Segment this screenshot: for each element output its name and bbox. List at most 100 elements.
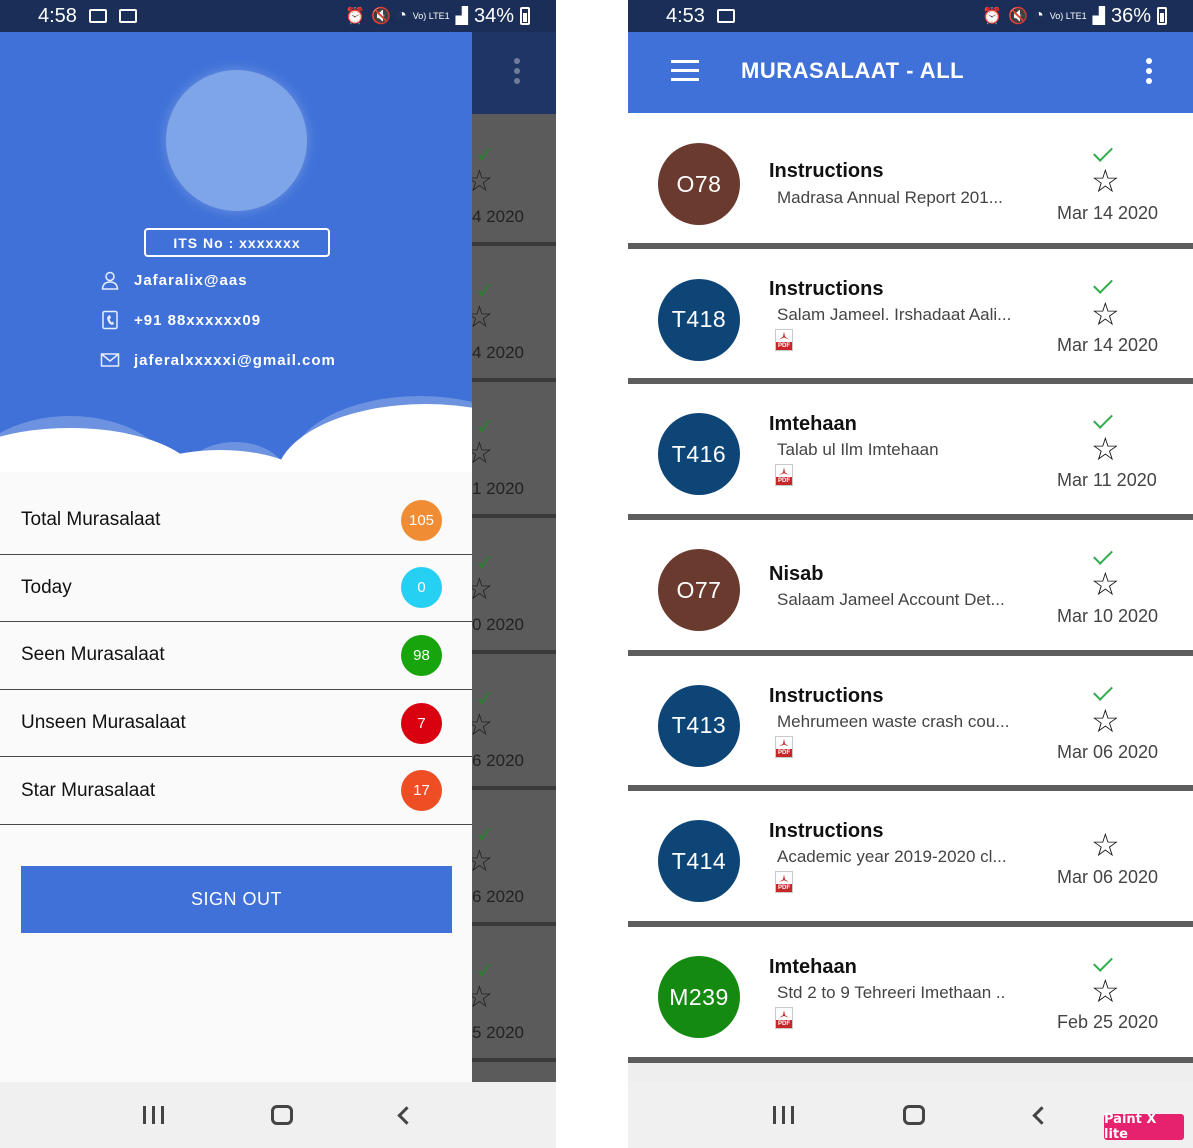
- star-icon[interactable]: ☆: [1091, 568, 1120, 600]
- alarm-icon: ⏰: [982, 8, 1003, 25]
- navigation-drawer: ITS No : xxxxxxx Jafaralix@aas +91 88xxx…: [0, 32, 472, 1082]
- signal-icon: ▟: [455, 8, 468, 25]
- gallery-icon: [88, 9, 107, 23]
- list-item[interactable]: O78 Instructions Madrasa Annual Report 2…: [628, 113, 1193, 249]
- mute-icon: 🔇: [371, 8, 392, 25]
- star-icon[interactable]: ☆: [1091, 705, 1120, 737]
- list-item[interactable]: T416 Imtehaan Talab ul Ilm Imtehaan PDF …: [628, 384, 1193, 521]
- item-preview: Salaam Jameel Account Det...: [777, 590, 1005, 610]
- back-icon[interactable]: [1032, 1105, 1051, 1125]
- cloud-decoration: [276, 404, 472, 472]
- email: jaferalxxxxxi@gmail.com: [134, 351, 336, 369]
- menu-item-label: Total Murasalaat: [21, 509, 161, 531]
- pdf-icon[interactable]: PDF: [775, 464, 793, 487]
- battery-percent: 34%: [473, 4, 514, 27]
- murasalaat-list: O78 Instructions Madrasa Annual Report 2…: [628, 113, 1193, 1063]
- user-icon: [101, 271, 119, 290]
- cast-icon: [716, 9, 735, 23]
- battery-icon: [1157, 7, 1167, 25]
- item-preview: Madrasa Annual Report 201...: [777, 188, 1003, 207]
- item-subject: Imtehaan: [769, 956, 857, 979]
- count-badge: 98: [401, 634, 442, 676]
- sender-code-avatar: M239: [658, 956, 740, 1039]
- item-preview: Std 2 to 9 Tehreeri Imethaan ..: [777, 983, 1006, 1003]
- username: Jafaralix@aas: [134, 271, 248, 289]
- item-date: Mar 14 2020: [1057, 334, 1159, 355]
- menu-item-label: Today: [21, 576, 72, 598]
- item-date: Mar 06 2020: [1057, 741, 1159, 762]
- background-date: 5 2020: [472, 1023, 524, 1042]
- home-icon[interactable]: [903, 1105, 926, 1125]
- menu-item-starred[interactable]: Star Murasalaat 17: [0, 757, 472, 825]
- star-icon[interactable]: ☆: [1091, 433, 1120, 465]
- system-nav-bar: [0, 1082, 556, 1148]
- drawer-menu: Total Murasalaat 105 Today 0 Seen Murasa…: [0, 487, 472, 825]
- sign-out-button[interactable]: SIGN OUT: [21, 866, 452, 933]
- star-icon[interactable]: ☆: [1091, 975, 1120, 1007]
- status-time: 4:58: [38, 4, 77, 27]
- list-item[interactable]: T413 Instructions Mehrumeen waste crash …: [628, 655, 1193, 792]
- item-subject: Instructions: [769, 160, 884, 182]
- email-row: jaferalxxxxxi@gmail.com: [100, 350, 336, 370]
- drawer-screen: 4:58 ⏰ 🔇 ◔ Vo) LTE1 ▟ 34% ✓ ☆ 4 2020 ✓ ☆…: [0, 0, 556, 1148]
- background-date: 0 2020: [472, 615, 524, 634]
- alarm-icon: ⏰: [345, 8, 366, 25]
- list-item[interactable]: M239 Imtehaan Std 2 to 9 Tehreeri Imetha…: [628, 927, 1193, 1063]
- item-subject: Instructions: [769, 820, 884, 843]
- menu-item-today[interactable]: Today 0: [0, 554, 472, 623]
- status-bar: 4:53 ⏰ 🔇 ◔ Vo) LTE1 ▟ 36%: [628, 0, 1193, 32]
- seen-check-icon: [1090, 686, 1114, 698]
- menu-icon[interactable]: [671, 60, 699, 87]
- network-label: Vo) LTE1: [412, 10, 450, 21]
- list-item[interactable]: T418 Instructions Salam Jameel. Irshadaa…: [628, 248, 1193, 385]
- battery-percent: 36%: [1110, 4, 1151, 27]
- drawer-header: ITS No : xxxxxxx Jafaralix@aas +91 88xxx…: [0, 32, 472, 472]
- item-preview: Academic year 2019-2020 cl...: [777, 847, 1007, 867]
- mute-icon: 🔇: [1008, 8, 1029, 25]
- back-icon[interactable]: [396, 1105, 416, 1125]
- count-badge: 0: [401, 567, 442, 609]
- count-badge: 17: [401, 770, 442, 812]
- star-icon[interactable]: ☆: [1091, 829, 1120, 861]
- app-bar: MURASALAAT - ALL: [628, 32, 1193, 113]
- menu-item-label: Seen Murasalaat: [21, 644, 165, 666]
- status-bar: 4:58 ⏰ 🔇 ◔ Vo) LTE1 ▟ 34%: [0, 0, 556, 32]
- seen-check-icon: [1090, 550, 1114, 562]
- battery-icon: [520, 7, 530, 25]
- username-row: Jafaralix@aas: [100, 270, 248, 290]
- wifi-icon: ◔: [397, 7, 407, 24]
- home-icon[interactable]: [270, 1105, 293, 1125]
- background-date: 4 2020: [472, 343, 524, 362]
- status-time: 4:53: [666, 4, 705, 27]
- page-title: MURASALAAT - ALL: [741, 58, 965, 83]
- background-date: 6 2020: [472, 751, 524, 770]
- list-item[interactable]: T414 Instructions Academic year 2019-202…: [628, 791, 1193, 928]
- item-preview: Salam Jameel. Irshadaat Aali...: [777, 304, 1012, 324]
- pdf-icon[interactable]: PDF: [775, 871, 793, 894]
- list-item[interactable]: O77 Nisab Salaam Jameel Account Det... ☆…: [628, 520, 1193, 656]
- star-icon[interactable]: ☆: [1091, 165, 1120, 197]
- watermark-badge: Paint X lite: [1104, 1112, 1184, 1142]
- phone-row: +91 88xxxxxx09: [100, 310, 261, 330]
- pdf-icon[interactable]: PDF: [775, 328, 793, 351]
- pdf-icon[interactable]: PDF: [775, 1007, 793, 1030]
- item-date: Mar 06 2020: [1057, 867, 1159, 888]
- list-screen: 4:53 ⏰ 🔇 ◔ Vo) LTE1 ▟ 36% MURASALAAT - A…: [628, 0, 1193, 1148]
- recent-apps-icon[interactable]: [143, 1106, 165, 1124]
- signal-icon: ▟: [1092, 8, 1105, 25]
- item-date: Feb 25 2020: [1057, 1012, 1159, 1033]
- sender-code-avatar: T414: [658, 820, 740, 903]
- seen-check-icon: [1090, 147, 1114, 159]
- recent-apps-icon[interactable]: [772, 1106, 794, 1124]
- sender-code-avatar: O77: [658, 549, 740, 632]
- menu-item-total[interactable]: Total Murasalaat 105: [0, 487, 472, 555]
- sender-code-avatar: O78: [658, 143, 740, 225]
- star-icon[interactable]: ☆: [1091, 298, 1120, 330]
- background-date: 6 2020: [472, 887, 524, 906]
- more-options-icon[interactable]: [1146, 58, 1152, 88]
- pdf-icon[interactable]: PDF: [775, 735, 793, 758]
- menu-item-seen[interactable]: Seen Murasalaat 98: [0, 622, 472, 690]
- avatar[interactable]: [166, 70, 307, 211]
- menu-item-unseen[interactable]: Unseen Murasalaat 7: [0, 689, 472, 758]
- item-subject: Instructions: [769, 684, 884, 707]
